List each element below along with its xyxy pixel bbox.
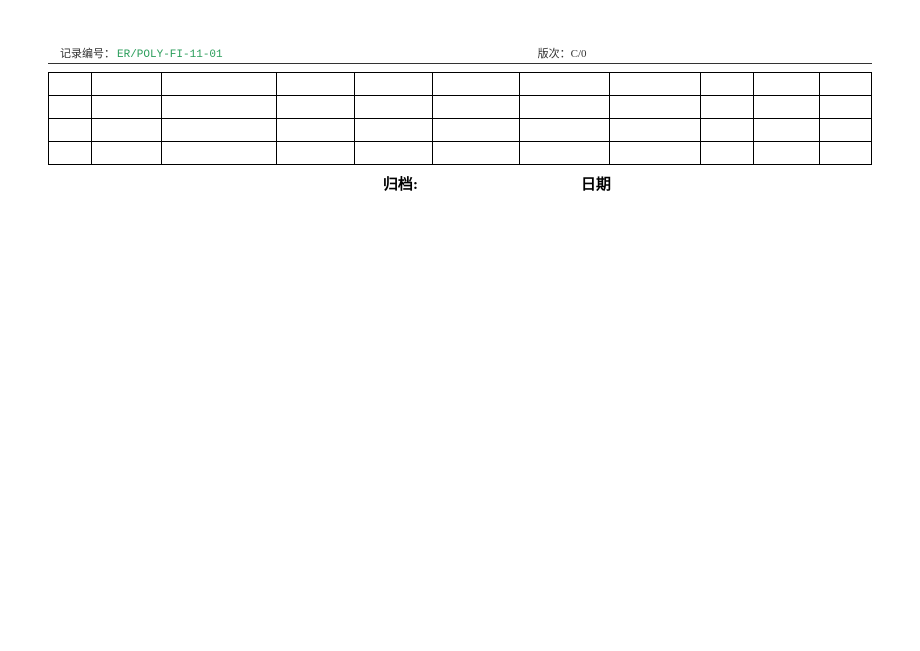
table-cell <box>276 119 354 142</box>
table-cell <box>820 119 872 142</box>
table-cell <box>161 73 276 96</box>
table-cell <box>276 73 354 96</box>
table-cell <box>276 96 354 119</box>
version-label: 版次： <box>538 48 571 60</box>
table-cell <box>519 73 610 96</box>
table-cell <box>754 73 820 96</box>
archive-label: 归档: <box>383 173 418 194</box>
table-cell <box>700 119 753 142</box>
table-cell <box>519 96 610 119</box>
table-cell <box>754 119 820 142</box>
table-cell <box>754 142 820 165</box>
table-cell <box>610 119 701 142</box>
table-cell <box>433 73 519 96</box>
table-cell <box>49 142 92 165</box>
table-cell <box>433 119 519 142</box>
table-row <box>49 96 872 119</box>
table-cell <box>610 73 701 96</box>
table-cell <box>355 142 433 165</box>
table-cell <box>49 96 92 119</box>
table-cell <box>91 119 161 142</box>
document-footer: 归档: 日期 <box>48 173 872 194</box>
record-number-value: ER/POLY-FI-11-01 <box>117 49 223 61</box>
form-table <box>48 72 872 165</box>
table-cell <box>355 96 433 119</box>
table-row <box>49 142 872 165</box>
table-cell <box>49 119 92 142</box>
version-block: 版次：C/0 <box>538 45 587 61</box>
table-cell <box>91 73 161 96</box>
record-number-label: 记录编号： <box>60 45 115 61</box>
table-row <box>49 119 872 142</box>
table-cell <box>820 96 872 119</box>
table-cell <box>161 96 276 119</box>
table-cell <box>700 96 753 119</box>
table-cell <box>700 73 753 96</box>
table-cell <box>754 96 820 119</box>
table-cell <box>276 142 354 165</box>
table-cell <box>519 119 610 142</box>
date-label: 日期 <box>581 173 611 194</box>
table-row <box>49 73 872 96</box>
table-cell <box>355 73 433 96</box>
table-cell <box>519 142 610 165</box>
table-cell <box>161 119 276 142</box>
table-cell <box>49 73 92 96</box>
table-cell <box>91 142 161 165</box>
table-cell <box>433 96 519 119</box>
table-cell <box>355 119 433 142</box>
document-header: 记录编号： ER/POLY-FI-11-01 版次：C/0 <box>48 45 872 64</box>
version-value: C/0 <box>571 48 587 60</box>
table-cell <box>610 96 701 119</box>
table-cell <box>91 96 161 119</box>
table-cell <box>610 142 701 165</box>
table-cell <box>433 142 519 165</box>
table-cell <box>820 73 872 96</box>
table-cell <box>700 142 753 165</box>
table-cell <box>820 142 872 165</box>
table-cell <box>161 142 276 165</box>
record-number-block: 记录编号： ER/POLY-FI-11-01 <box>60 45 223 61</box>
